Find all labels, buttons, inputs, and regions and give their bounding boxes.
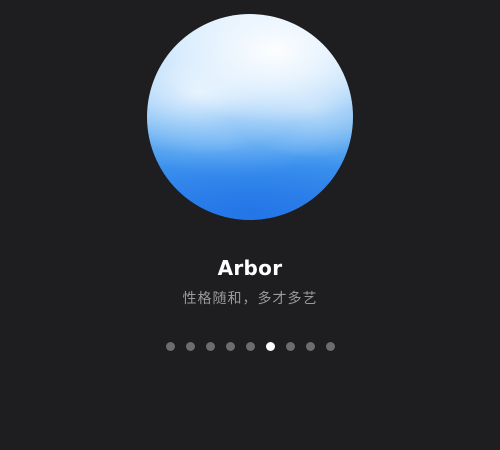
voice-description: 性格随和，多才多艺 [182,291,318,307]
page-dot[interactable] [165,342,175,351]
voice-name: Arbor [217,256,283,280]
page-dot[interactable] [245,342,255,351]
page-dot[interactable] [205,342,215,351]
page-dot[interactable] [185,342,195,351]
voice-selection-screen: Arbor 性格随和，多才多艺 [0,0,500,450]
page-dot-active[interactable] [265,342,275,351]
page-dot[interactable] [285,342,295,351]
voice-avatar-orb[interactable] [147,14,353,220]
page-dot[interactable] [305,342,315,351]
page-indicator[interactable] [0,342,500,351]
page-dot[interactable] [325,342,335,351]
page-dot[interactable] [225,342,235,351]
